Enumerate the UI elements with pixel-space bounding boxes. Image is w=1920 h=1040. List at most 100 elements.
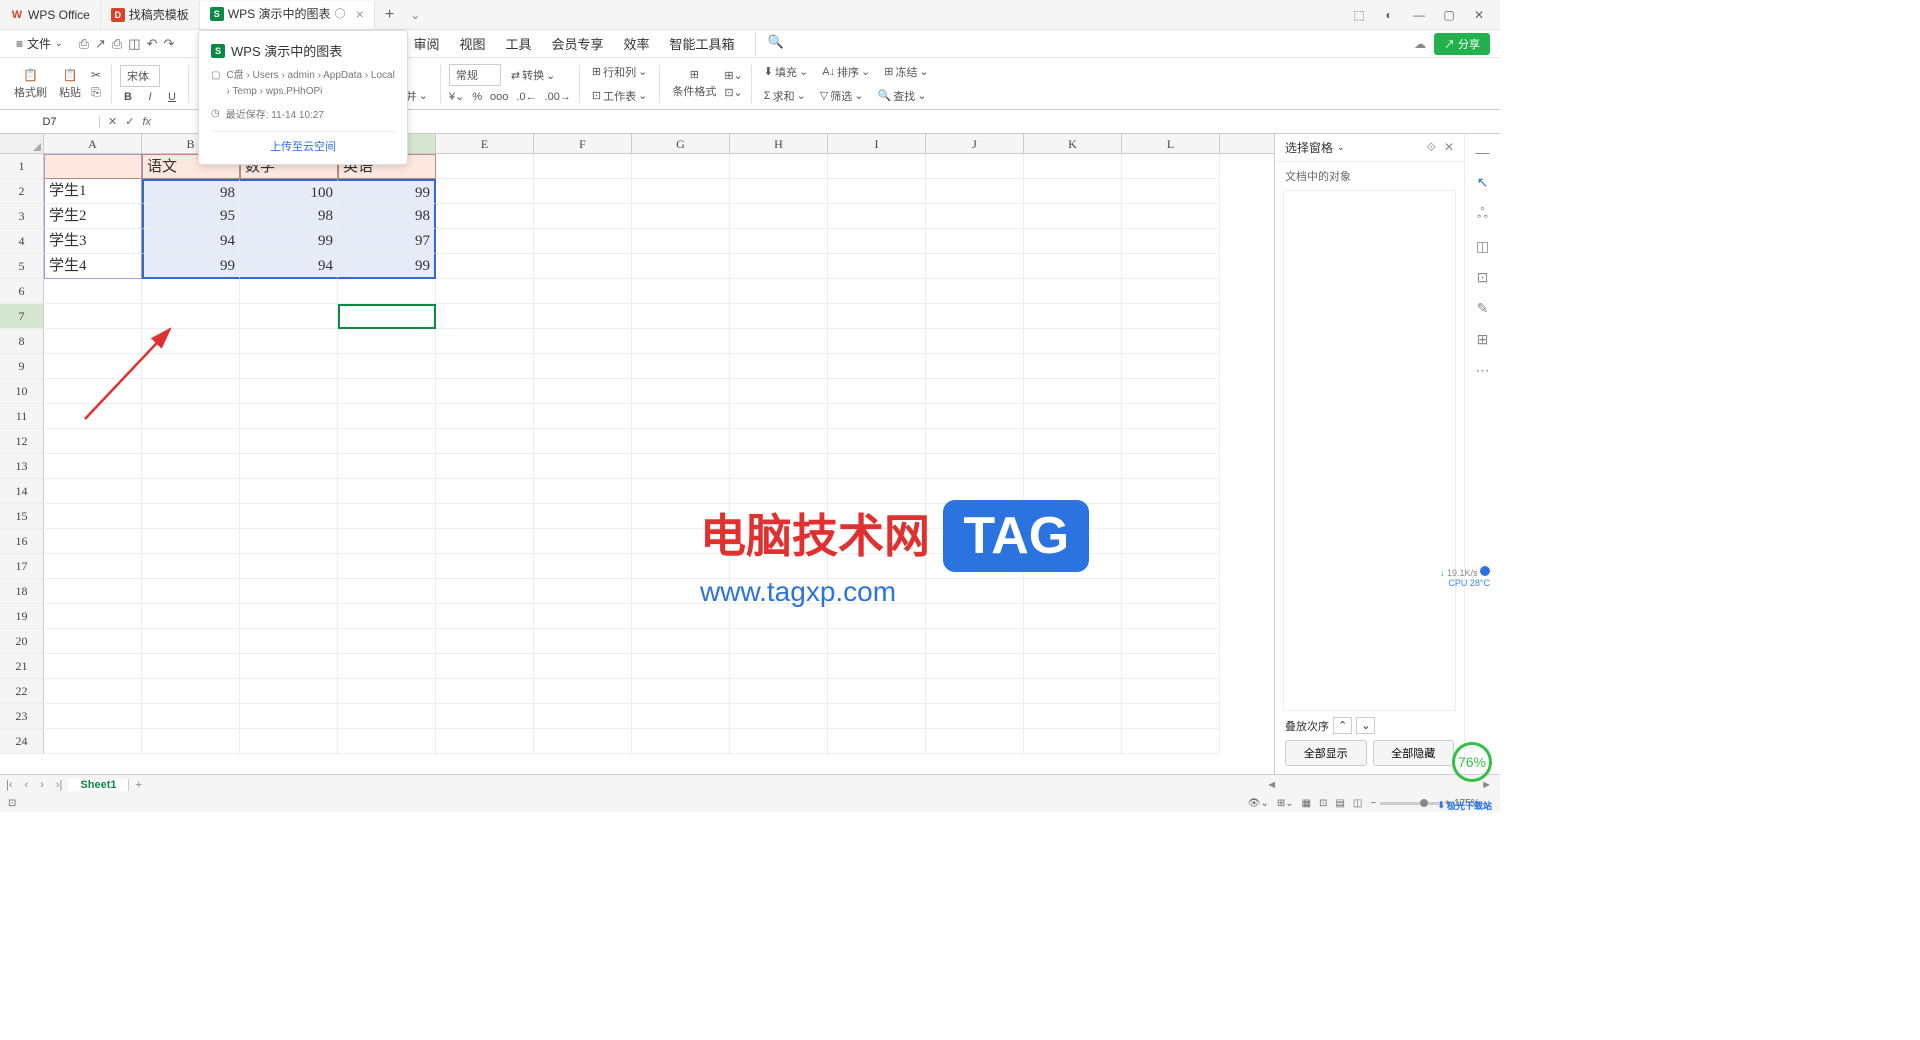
tool1-icon[interactable]: ⊡ <box>1477 269 1489 286</box>
freeze-button[interactable]: ⊞冻结⌄ <box>880 62 932 82</box>
check-icon[interactable]: ✓ <box>125 115 134 128</box>
cancel-icon[interactable]: ✕ <box>108 115 117 128</box>
sheet-nav-next[interactable]: › <box>34 779 50 791</box>
row-1[interactable]: 1 <box>0 154 44 179</box>
file-menu[interactable]: ≡ 文件 ⌄ <box>10 35 69 52</box>
cell[interactable] <box>436 154 534 179</box>
underline-button[interactable]: U <box>164 91 180 103</box>
hscroll-left[interactable]: ◄ <box>1266 779 1277 791</box>
row-11[interactable]: 11 <box>0 404 44 429</box>
maximize-button[interactable]: ▢ <box>1440 6 1458 24</box>
name-box[interactable]: D7 <box>0 116 100 128</box>
tool3-icon[interactable]: ⊞ <box>1477 331 1489 348</box>
eye-icon[interactable]: 👁⌄ <box>1248 798 1269 809</box>
cond-format-button[interactable]: ⊞ 条件格式 <box>668 68 720 99</box>
sum-button[interactable]: Σ求和⌄ <box>760 86 810 106</box>
sheet-tab-1[interactable]: Sheet1 <box>68 779 129 791</box>
currency-icon[interactable]: ¥⌄ <box>449 90 464 103</box>
show-all-button[interactable]: 全部显示 <box>1285 740 1367 766</box>
row-10[interactable]: 10 <box>0 379 44 404</box>
convert-button[interactable]: ⇄转换⌄ <box>507 65 559 85</box>
row-23[interactable]: 23 <box>0 704 44 729</box>
cut-icon[interactable]: ✂ <box>89 68 103 82</box>
rowcol-button[interactable]: ⊞行和列⌄ <box>588 62 651 82</box>
row-2[interactable]: 2 <box>0 179 44 204</box>
cell-C2[interactable]: 100 <box>240 179 338 204</box>
comma-icon[interactable]: ooo <box>490 91 508 103</box>
row-4[interactable]: 4 <box>0 229 44 254</box>
row-9[interactable]: 9 <box>0 354 44 379</box>
add-tab-button[interactable]: + <box>375 6 404 24</box>
col-J[interactable]: J <box>926 134 1024 153</box>
preview-icon[interactable]: ◫ <box>128 36 140 52</box>
font-name-select[interactable]: 宋体 <box>120 65 160 87</box>
find-button[interactable]: 🔍查找⌄ <box>873 86 930 106</box>
add-sheet-button[interactable]: + <box>129 779 147 791</box>
settings-icon[interactable]: ஃ <box>1477 205 1488 224</box>
pin-icon[interactable]: ⟐ <box>1426 140 1435 155</box>
row-16[interactable]: 16 <box>0 529 44 554</box>
style2-icon[interactable]: ⊡⌄ <box>724 86 742 99</box>
spreadsheet-grid[interactable]: A B C D E F G H I J K L 1 语文 数学 英语 <box>0 134 1274 774</box>
user-icon[interactable]: ◐ <box>1380 6 1398 24</box>
menu-tab-tools[interactable]: 工具 <box>505 32 531 55</box>
menu-tab-vip[interactable]: 会员专享 <box>551 32 603 55</box>
menu-tab-ai[interactable]: 智能工具箱 <box>670 32 735 55</box>
cell-A1[interactable] <box>44 154 142 179</box>
row-18[interactable]: 18 <box>0 579 44 604</box>
tab-dropdown-icon[interactable]: ⌄ <box>404 8 426 22</box>
hide-all-button[interactable]: 全部隐藏 <box>1373 740 1455 766</box>
minimize-button[interactable]: — <box>1410 6 1428 24</box>
italic-button[interactable]: I <box>142 91 158 103</box>
col-G[interactable]: G <box>632 134 730 153</box>
style1-icon[interactable]: ⊞⌄ <box>724 69 742 82</box>
menu-tab-review[interactable]: 审阅 <box>413 32 439 55</box>
cell-D7-active[interactable] <box>338 304 436 329</box>
hscroll-track[interactable] <box>1279 779 1479 791</box>
fill-button[interactable]: ⬇填充⌄ <box>760 62 812 82</box>
close-window-button[interactable]: ✕ <box>1470 6 1488 24</box>
search-icon[interactable]: 🔍 <box>755 32 784 55</box>
col-F[interactable]: F <box>534 134 632 153</box>
tool2-icon[interactable]: ✎ <box>1477 300 1489 317</box>
cell-B2[interactable]: 98 <box>142 179 240 204</box>
col-E[interactable]: E <box>436 134 534 153</box>
cell-D2[interactable]: 99 <box>338 179 436 204</box>
filter-button[interactable]: ▽筛选⌄ <box>816 86 868 106</box>
expand-icon[interactable]: — <box>1476 144 1490 160</box>
close-pane-button[interactable]: ✕ <box>1444 140 1454 155</box>
close-tab-button[interactable]: × <box>356 6 364 22</box>
tab-template[interactable]: D 找稿壳模板 <box>101 1 200 29</box>
status-indicator-icon[interactable]: ⊡ <box>8 798 16 809</box>
save-icon[interactable]: ⎙ <box>79 36 89 52</box>
col-H[interactable]: H <box>730 134 828 153</box>
paste-group[interactable]: 📋 粘贴 <box>55 68 85 100</box>
more-icon[interactable]: ⋯ <box>1476 362 1490 379</box>
sheet-nav-first[interactable]: |‹ <box>0 779 19 791</box>
row-14[interactable]: 14 <box>0 479 44 504</box>
worksheet-button[interactable]: ⊡工作表⌄ <box>588 86 651 106</box>
tab-active-doc[interactable]: S WPS 演示中的图表 ◯ × <box>200 1 375 29</box>
col-L[interactable]: L <box>1122 134 1220 153</box>
view-normal-icon[interactable]: ▦ <box>1302 798 1311 809</box>
row-6[interactable]: 6 <box>0 279 44 304</box>
view-read-icon[interactable]: ◫ <box>1353 798 1362 809</box>
cell-A2[interactable]: 学生1 <box>44 179 142 204</box>
down-button[interactable]: ⌄ <box>1356 717 1375 734</box>
grid-icon[interactable]: ⊞⌄ <box>1277 798 1294 809</box>
dec-inc-icon[interactable]: .00→ <box>545 91 571 103</box>
print-icon[interactable]: ⎙ <box>112 36 122 52</box>
panel-icon[interactable]: ◫ <box>1476 238 1489 255</box>
format-painter-group[interactable]: 📋 格式刷 <box>10 68 51 100</box>
sort-button[interactable]: A↓排序⌄ <box>818 62 874 82</box>
sheet-nav-prev[interactable]: ‹ <box>19 779 35 791</box>
row-24[interactable]: 24 <box>0 729 44 754</box>
number-format-select[interactable]: 常规 <box>449 64 501 86</box>
view-page-icon[interactable]: ▤ <box>1335 798 1344 809</box>
row-17[interactable]: 17 <box>0 554 44 579</box>
row-3[interactable]: 3 <box>0 204 44 229</box>
col-K[interactable]: K <box>1024 134 1122 153</box>
row-13[interactable]: 13 <box>0 454 44 479</box>
select-icon[interactable]: ↖ <box>1477 174 1489 191</box>
zoom-out-button[interactable]: − <box>1370 798 1376 809</box>
